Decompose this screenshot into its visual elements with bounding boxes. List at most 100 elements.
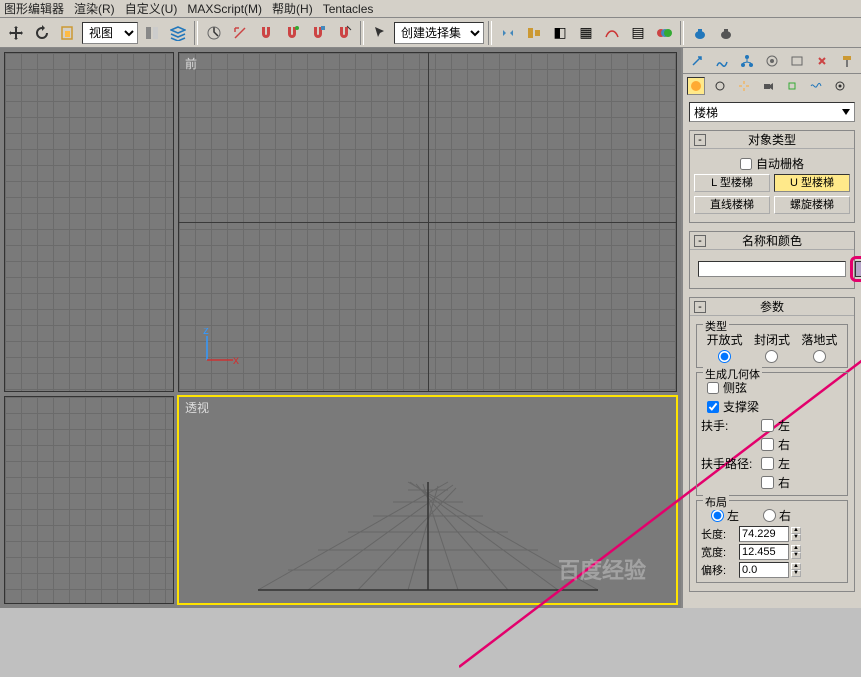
svg-text:z: z [203,328,209,337]
width-spinner[interactable] [739,544,789,560]
geometry-icon[interactable] [687,77,705,95]
select-icon[interactable] [368,21,392,45]
spin-up-icon[interactable]: ▲ [791,563,801,570]
menu-item[interactable]: 渲染(R) [74,0,115,17]
viewport-label: 前 [185,55,197,72]
viewport-top-left[interactable] [4,52,174,392]
category-dropdown[interactable]: 楼梯 [689,102,855,122]
layout-right-radio[interactable] [763,509,776,522]
magnet2-icon[interactable] [280,21,304,45]
layout-left-radio[interactable] [711,509,724,522]
perspective-grid-icon [198,420,658,620]
collapse-toggle[interactable]: - [694,301,706,313]
toggle-icon[interactable] [140,21,164,45]
rollout-title: 对象类型 [748,131,796,148]
railpath-right-checkbox[interactable] [761,476,774,489]
viewport-label: 透视 [185,399,209,416]
scale-icon[interactable] [56,21,80,45]
spin-up-icon[interactable]: ▲ [791,545,801,552]
shapes-icon[interactable] [711,77,729,95]
create-subtabs [683,74,861,98]
handrail-right-checkbox[interactable] [761,438,774,451]
material-icon[interactable] [652,21,676,45]
viewport-bottom-left[interactable] [4,396,174,604]
display-tab-icon[interactable] [787,51,807,71]
axis-gizmo: zx [199,328,239,371]
name-color-rollout: -名称和颜色 [689,231,855,289]
menu-item[interactable]: MAXScript(M) [187,2,262,16]
closed-radio[interactable] [765,350,778,363]
rotate-icon[interactable] [30,21,54,45]
command-panel: 楼梯 -对象类型 自动栅格 L 型楼梯 U 型楼梯 直线楼梯 螺旋楼梯 -名称和… [681,48,861,608]
floor-radio[interactable] [813,350,826,363]
tool2-icon[interactable]: ▦ [574,21,598,45]
color-swatch[interactable] [855,261,861,277]
curve-editor-icon[interactable] [600,21,624,45]
utilities-tab-icon[interactable] [812,51,832,71]
object-name-input[interactable] [698,261,846,277]
handrail-left-checkbox[interactable] [761,419,774,432]
align-icon[interactable] [522,21,546,45]
open-radio[interactable] [718,350,731,363]
spin-up-icon[interactable]: ▲ [791,527,801,534]
offset-spinner[interactable] [739,562,789,578]
layout-group: 布局 左 右 长度:▲▼ 宽度:▲▼ 偏移:▲▼ [696,500,848,583]
main-area: 前 zx 透视 [0,48,861,608]
carriage-checkbox[interactable] [707,401,719,413]
svg-text:x: x [233,353,239,367]
length-spinner[interactable] [739,526,789,542]
render-icon[interactable] [714,21,738,45]
menubar: 图形编辑器 渲染(R) 自定义(U) MAXScript(M) 帮助(H) Te… [0,0,861,18]
menu-item[interactable]: 自定义(U) [125,0,178,17]
spin-down-icon[interactable]: ▼ [791,570,801,577]
autogrid-checkbox[interactable] [740,158,752,170]
category-label: 楼梯 [694,104,718,121]
hammer-tab-icon[interactable] [837,51,857,71]
menu-item[interactable]: Tentacles [323,2,374,16]
view-select[interactable]: 视图 [82,22,138,44]
object-type-rollout: -对象类型 自动栅格 L 型楼梯 U 型楼梯 直线楼梯 螺旋楼梯 [689,130,855,223]
annotation-highlight [850,256,861,282]
systems-icon[interactable] [831,77,849,95]
magnet-icon[interactable] [254,21,278,45]
magnet3-icon[interactable] [306,21,330,45]
magnet4-icon[interactable] [332,21,356,45]
teapot-icon[interactable] [688,21,712,45]
straight-stairs-button[interactable]: 直线楼梯 [694,196,770,214]
collapse-toggle[interactable]: - [694,134,706,146]
viewport-perspective[interactable]: 透视 [178,396,677,604]
group-label: 生成几何体 [703,366,762,382]
spiral-stairs-button[interactable]: 螺旋楼梯 [774,196,850,214]
motion-tab-icon[interactable] [762,51,782,71]
menu-item[interactable]: 帮助(H) [272,0,313,17]
hierarchy-tab-icon[interactable] [737,51,757,71]
helpers-icon[interactable] [783,77,801,95]
stringers-checkbox[interactable] [707,382,719,394]
l-stairs-button[interactable]: L 型楼梯 [694,174,770,192]
move-icon[interactable] [4,21,28,45]
group-label: 布局 [703,494,729,510]
viewport-front[interactable]: 前 zx [178,52,677,392]
spin-down-icon[interactable]: ▼ [791,552,801,559]
panel-tabs [683,48,861,74]
lights-icon[interactable] [735,77,753,95]
type-group: 类型 开放式 封闭式 落地式 [696,324,848,368]
collapse-toggle[interactable]: - [694,235,706,247]
snap2-icon[interactable] [228,21,252,45]
chevron-down-icon [842,109,850,115]
u-stairs-button[interactable]: U 型楼梯 [774,174,850,192]
modify-tab-icon[interactable] [712,51,732,71]
layers-icon[interactable] [166,21,190,45]
spin-down-icon[interactable]: ▼ [791,534,801,541]
create-tab-icon[interactable] [687,51,707,71]
cameras-icon[interactable] [759,77,777,95]
snap-icon[interactable] [202,21,226,45]
mirror-icon[interactable] [496,21,520,45]
spacewarps-icon[interactable] [807,77,825,95]
selection-set-select[interactable]: 创建选择集 [394,22,484,44]
tool-icon[interactable]: ◧ [548,21,572,45]
railpath-left-checkbox[interactable] [761,457,774,470]
schematic-icon[interactable]: ▤ [626,21,650,45]
parameters-rollout: -参数 类型 开放式 封闭式 落地式 生成几何体 侧弦 支撑梁 扶手:左 右 [689,297,855,592]
menu-item[interactable]: 图形编辑器 [4,0,64,17]
